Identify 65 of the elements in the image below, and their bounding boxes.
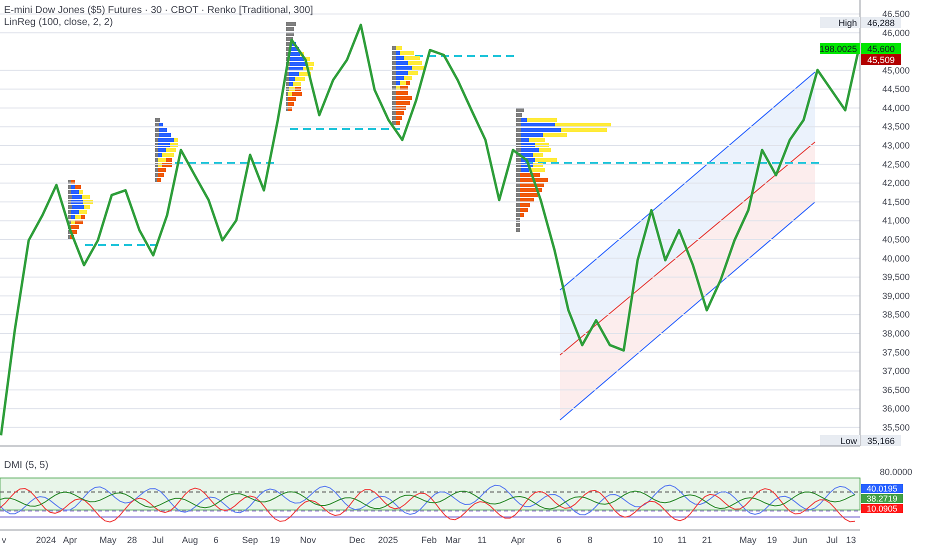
- indicator-value-tag: 40.0195: [861, 484, 903, 494]
- time-axis-label: 28: [127, 535, 137, 545]
- time-axis-label: Apr: [63, 535, 77, 545]
- y-tick-label: 44,000: [882, 102, 910, 113]
- y-tick-label: 38,000: [882, 328, 910, 338]
- y-tick-label: 36,000: [882, 404, 910, 414]
- y-tick-label: 43,500: [882, 122, 910, 132]
- y-tick-label: 46,500: [882, 8, 910, 19]
- y-tick-label: 45,000: [882, 65, 910, 76]
- time-axis-label: 11: [477, 535, 487, 545]
- time-axis-label: Jul: [826, 535, 838, 545]
- y-tick-label: 80.0000: [880, 467, 912, 477]
- time-axis-label: 2024: [36, 535, 56, 545]
- price-caption: 198.0025: [819, 43, 860, 54]
- y-tick-label: 35,500: [882, 422, 910, 432]
- time-axis-label: Feb: [421, 535, 437, 545]
- time-axis-label: 6: [556, 535, 562, 545]
- y-tick-label: 46,000: [882, 28, 910, 38]
- volume-profile-drawing: [68, 180, 93, 239]
- time-axis-label: 19: [270, 535, 280, 545]
- time-axis-label: Nov: [300, 535, 316, 545]
- time-axis-label: 6: [214, 535, 218, 545]
- y-tick-label: 39,000: [882, 290, 910, 301]
- price-caption: High: [820, 17, 860, 28]
- time-axis-label: 11: [677, 535, 687, 545]
- y-tick-label: 36,500: [882, 384, 910, 395]
- time-axis-label: Dec: [349, 535, 365, 545]
- price-tag: 46,288: [861, 17, 901, 28]
- time-axis-label: v: [2, 535, 6, 545]
- y-tick-label: 44,500: [882, 84, 910, 94]
- y-tick-label: 40,500: [882, 234, 910, 244]
- y-tick-label: 37,500: [882, 347, 910, 358]
- time-axis-label: Jul: [152, 535, 164, 545]
- time-axis-label: 10: [653, 535, 663, 545]
- chart-title: E-mini Dow Jones ($5) Futures · 30 · CBOT · Renko [Traditional, 300]: [4, 5, 314, 16]
- time-axis-label: 2025: [378, 535, 398, 545]
- time-axis-label: May: [740, 535, 756, 545]
- time-axis-label: Jun: [792, 535, 808, 545]
- y-tick-label: 40,000: [882, 253, 910, 264]
- time-axis-label: 19: [767, 535, 777, 545]
- indicator-label: LinReg (100, close, 2, 2): [4, 17, 113, 28]
- volume-profile-drawing: [155, 118, 178, 182]
- indicator-value-tag: 38.2719: [861, 494, 903, 504]
- y-tick-label: 41,500: [882, 196, 910, 207]
- time-axis-label: Mar: [445, 535, 461, 545]
- y-tick-label: 43,000: [882, 140, 910, 151]
- time-axis-label: 13: [846, 535, 856, 545]
- time-axis-label: May: [100, 535, 116, 545]
- y-tick-label: 39,500: [882, 272, 910, 282]
- time-axis-label: Sep: [242, 535, 258, 545]
- indicator-value-tag: 10.0905: [861, 504, 903, 514]
- price-caption: Low: [820, 435, 860, 446]
- time-axis-label: 8: [588, 535, 592, 545]
- time-axis-label: Apr: [511, 535, 525, 545]
- y-tick-label: 37,000: [882, 366, 910, 376]
- y-tick-label: 41,000: [882, 216, 910, 226]
- price-tag: 35,166: [861, 435, 901, 446]
- price-tag: 45,509: [861, 54, 901, 65]
- price-tag: 45,600: [861, 43, 901, 54]
- indicator-label: DMI (5, 5): [4, 460, 48, 471]
- y-tick-label: 42,000: [882, 178, 910, 188]
- y-tick-label: 42,500: [882, 159, 910, 170]
- y-tick-label: 38,500: [882, 310, 910, 320]
- time-axis-label: 21: [702, 535, 712, 545]
- time-axis-label: Aug: [182, 535, 198, 545]
